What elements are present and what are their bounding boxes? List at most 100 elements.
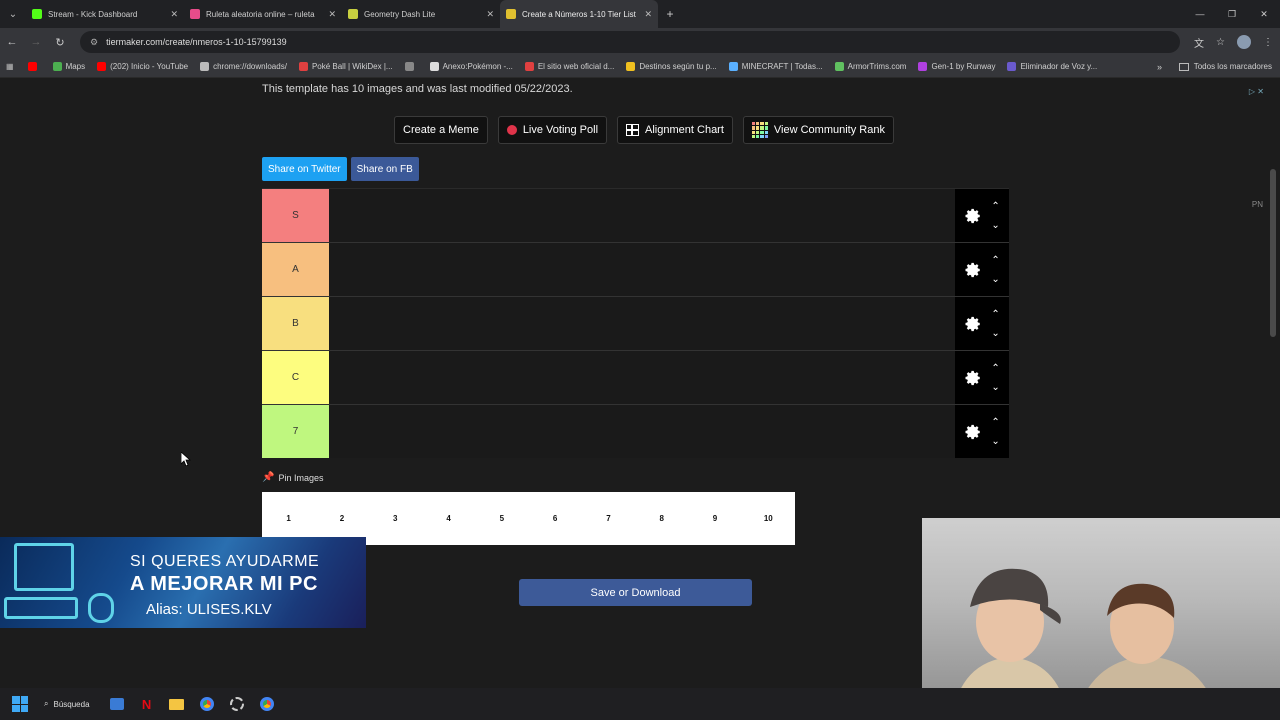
gear-icon[interactable]: [964, 261, 982, 279]
apps-icon[interactable]: ▦: [6, 62, 14, 71]
share-fb-button[interactable]: Share on FB: [350, 157, 419, 181]
pool-image[interactable]: 8: [635, 514, 688, 523]
tab-close-icon[interactable]: ✕: [328, 9, 336, 20]
forward-icon[interactable]: →: [24, 36, 48, 48]
gear-icon[interactable]: [964, 207, 982, 225]
live-voting-button[interactable]: Live Voting Poll: [497, 116, 608, 144]
ad-choices-icon[interactable]: ▷ ✕: [1249, 87, 1264, 96]
pool-image[interactable]: 10: [742, 514, 795, 523]
bookmark-item[interactable]: Maps: [52, 62, 85, 71]
address-bar: ← → ↻ ⚙ tiermaker.com/create/nmeros-1-10…: [0, 28, 1280, 56]
bookmark-item[interactable]: Anexo:Pokémon -...: [429, 62, 513, 71]
bookmark-item[interactable]: [27, 62, 41, 71]
bookmark-item[interactable]: (202) Inicio - YouTube: [97, 62, 188, 71]
chevron-down-icon[interactable]: ⌄: [991, 220, 999, 231]
chevron-up-icon[interactable]: ⌃: [991, 363, 999, 374]
bookmark-item[interactable]: chrome://downloads/: [200, 62, 287, 71]
new-tab-button[interactable]: +: [658, 7, 682, 21]
pool-image[interactable]: 2: [315, 514, 368, 523]
chevron-up-icon[interactable]: ⌃: [991, 201, 999, 212]
pool-image[interactable]: 6: [528, 514, 581, 523]
file-explorer-icon[interactable]: [166, 693, 188, 715]
restore-icon[interactable]: ❐: [1216, 0, 1248, 28]
bookmark-favicon-icon: [404, 62, 414, 71]
chrome-icon[interactable]: [196, 693, 218, 715]
menu-icon[interactable]: ⋮: [1263, 37, 1273, 48]
bookmark-favicon-icon: [834, 62, 844, 71]
tier-drop-zone[interactable]: [329, 243, 955, 296]
site-info-icon[interactable]: ⚙: [90, 37, 98, 48]
mouse-icon: [88, 593, 114, 623]
chevron-up-icon[interactable]: ⌃: [991, 255, 999, 266]
alignment-chart-button[interactable]: Alignment Chart: [617, 116, 733, 144]
all-bookmarks-button[interactable]: Todos los marcadores: [1178, 62, 1272, 71]
close-window-icon[interactable]: ✕: [1248, 0, 1280, 28]
chevron-down-icon[interactable]: ⌄: [991, 328, 999, 339]
browser-tab[interactable]: Stream - Kick Dashboard ✕: [26, 0, 184, 28]
community-rank-button[interactable]: View Community Rank: [742, 116, 894, 144]
bookmark-item[interactable]: Gen-1 by Runway: [918, 62, 995, 71]
bookmark-item[interactable]: Eliminador de Voz y...: [1007, 62, 1097, 71]
chevron-down-icon[interactable]: ⌄: [991, 436, 999, 447]
bookmark-favicon-icon: [52, 62, 62, 71]
more-bookmarks-icon[interactable]: »: [1157, 62, 1162, 72]
task-view-icon[interactable]: [106, 693, 128, 715]
tier-label[interactable]: 7: [262, 405, 329, 458]
pool-image[interactable]: 1: [262, 514, 315, 523]
bookmark-item[interactable]: [404, 62, 418, 71]
gear-icon[interactable]: [964, 315, 982, 333]
browser-tab[interactable]: Create a Números 1-10 Tier List ✕: [500, 0, 658, 28]
tier-drop-zone[interactable]: [329, 189, 955, 242]
reload-icon[interactable]: ↻: [48, 36, 72, 49]
minimize-icon[interactable]: —: [1184, 0, 1216, 28]
save-download-button[interactable]: Save or Download: [519, 579, 752, 606]
bookmark-label: ArmorTrims.com: [847, 62, 907, 71]
pin-images[interactable]: 📌 Pin Images: [262, 472, 323, 483]
chrome-active-icon[interactable]: [256, 693, 278, 715]
app-icon[interactable]: [226, 693, 248, 715]
tier-drop-zone[interactable]: [329, 351, 955, 404]
gear-icon[interactable]: [964, 423, 982, 441]
bookmark-star-icon[interactable]: ☆: [1216, 37, 1225, 48]
tab-close-icon[interactable]: ✕: [486, 9, 494, 20]
tab-search-icon[interactable]: ⌄: [0, 0, 26, 28]
tier-label[interactable]: A: [262, 243, 329, 296]
bookmark-item[interactable]: El sitio web oficial d...: [524, 62, 614, 71]
banner-line2: A MEJORAR MI PC: [130, 573, 318, 595]
tab-title: Geometry Dash Lite: [364, 9, 436, 19]
gear-icon[interactable]: [964, 369, 982, 387]
side-text: PN: [1251, 200, 1263, 209]
tier-label[interactable]: S: [262, 189, 329, 242]
chevron-up-icon[interactable]: ⌃: [991, 309, 999, 320]
tier-drop-zone[interactable]: [329, 297, 955, 350]
translate-icon[interactable]: 文: [1194, 35, 1204, 50]
browser-tab[interactable]: Geometry Dash Lite ✕: [342, 0, 500, 28]
back-icon[interactable]: ←: [0, 36, 24, 48]
create-meme-button[interactable]: Create a Meme: [394, 116, 488, 144]
pool-image[interactable]: 5: [475, 514, 528, 523]
taskbar-search[interactable]: ⌕ Búsqueda: [36, 693, 98, 715]
tab-close-icon[interactable]: ✕: [644, 9, 652, 20]
page-scrollbar[interactable]: [1270, 169, 1276, 337]
pool-image[interactable]: 3: [369, 514, 422, 523]
chevron-down-icon[interactable]: ⌄: [991, 274, 999, 285]
chevron-up-icon[interactable]: ⌃: [991, 417, 999, 428]
bookmark-item[interactable]: Destinos según tu p...: [626, 62, 717, 71]
chevron-down-icon[interactable]: ⌄: [991, 382, 999, 393]
bookmark-item[interactable]: MINECRAFT | Todas...: [728, 62, 823, 71]
url-input[interactable]: ⚙ tiermaker.com/create/nmeros-1-10-15799…: [80, 31, 1180, 53]
windows-start-icon[interactable]: [12, 696, 28, 712]
netflix-icon[interactable]: N: [136, 693, 158, 715]
pool-image[interactable]: 9: [688, 514, 741, 523]
browser-tab[interactable]: Ruleta aleatoria online – ruleta ✕: [184, 0, 342, 28]
tier-label[interactable]: B: [262, 297, 329, 350]
tab-close-icon[interactable]: ✕: [170, 9, 178, 20]
share-twitter-button[interactable]: Share on Twitter: [262, 157, 347, 181]
profile-avatar[interactable]: [1236, 35, 1251, 49]
bookmark-item[interactable]: Poké Ball | WikiDex |...: [298, 62, 393, 71]
pool-image[interactable]: 4: [422, 514, 475, 523]
tier-label[interactable]: C: [262, 351, 329, 404]
bookmark-item[interactable]: ArmorTrims.com: [834, 62, 907, 71]
tier-drop-zone[interactable]: [329, 405, 955, 458]
pool-image[interactable]: 7: [582, 514, 635, 523]
